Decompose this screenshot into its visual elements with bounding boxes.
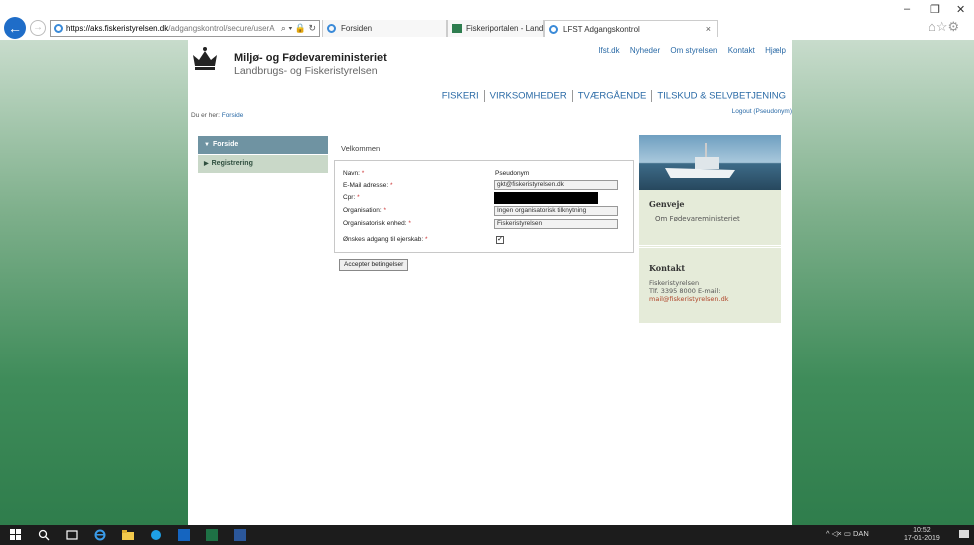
ie-page-icon	[54, 24, 63, 33]
maximize-button[interactable]: ❐	[930, 3, 940, 16]
contact-name: Fiskeristyrelsen	[649, 279, 700, 287]
notifications-icon[interactable]	[958, 529, 970, 541]
file-explorer-icon[interactable]	[122, 529, 134, 541]
unit-label: Organisatorisk enhed: *	[343, 220, 411, 227]
toplink-kontakt[interactable]: Kontakt	[728, 46, 755, 55]
tab-label: Fiskeriportalen - Landbrugs- o...	[466, 24, 544, 33]
sidebar: ▼ Forside ▶ Registrering	[198, 136, 328, 174]
ie-tab-icon	[327, 24, 336, 33]
organisation-label: Organisation: *	[343, 207, 387, 214]
sidebar-item-registrering[interactable]: ▶ Registrering	[198, 155, 328, 173]
word-icon[interactable]	[234, 529, 246, 541]
contact-info: Fiskeristyrelsen Tlf. 3395 8000 E-mail: …	[649, 279, 729, 303]
crown-logo-icon	[193, 47, 217, 70]
name-label: Navn: *	[343, 170, 365, 177]
contact-email-link[interactable]: mail@fiskeristyrelsen.dk	[649, 295, 729, 303]
welcome-heading: Velkommen	[341, 144, 381, 153]
breadcrumb-forside-link[interactable]: Forside	[222, 112, 244, 119]
ownership-checkbox[interactable]: ✓	[496, 236, 504, 244]
forward-button[interactable]: →	[30, 20, 46, 36]
tab-fiskeriportalen[interactable]: Fiskeriportalen - Landbrugs- o...	[447, 20, 544, 37]
contact-heading: Kontakt	[649, 263, 686, 273]
registration-form: Navn: * Pseudonym E-Mail adresse: * gkt@…	[334, 160, 634, 253]
clock-time: 10:52	[913, 527, 931, 534]
clock-date: 17-01-2019	[904, 535, 940, 542]
email-field[interactable]: gkt@fiskeristyrelsen.dk	[494, 180, 618, 190]
email-label: E-Mail adresse: *	[343, 182, 393, 189]
tab-forsiden[interactable]: Forsiden	[322, 20, 447, 37]
ministry-tab-icon	[452, 24, 462, 33]
top-links: lfst.dk Nyheder Om styrelsen Kontakt Hjæ…	[591, 46, 786, 55]
taskbar: ^ ◁× ▭ DAN 10:52 17-01-2019	[0, 525, 974, 545]
minimize-button[interactable]: –	[904, 3, 910, 15]
back-button[interactable]: ←	[4, 17, 26, 39]
ministry-title: Miljø- og Fødevareministeriet	[234, 52, 387, 64]
toplink-hjaelp[interactable]: Hjælp	[765, 46, 786, 55]
main-navigation: FISKERI VIRKSOMHEDER TVÆRGÅENDE TILSKUD & S…	[442, 90, 786, 102]
browser-chrome: ← → https://aks.fiskeristyrelsen.dk/adga…	[0, 0, 974, 40]
sidebar-item-forside[interactable]: ▼ Forside	[198, 136, 328, 154]
breadcrumb: Du er her: Forside	[191, 112, 243, 119]
unit-field[interactable]: Fiskeristyrelsen	[494, 219, 618, 229]
windows-start-icon[interactable]	[10, 529, 22, 541]
close-tab-icon[interactable]: ×	[706, 21, 711, 37]
agency-title: Landbrugs- og Fiskeristyrelsen	[234, 65, 378, 77]
tab-label: Forsiden	[341, 24, 373, 33]
caret-right-icon: ▶	[204, 161, 209, 167]
ship-photo	[639, 135, 781, 190]
shortcuts-heading: Genveje	[649, 199, 685, 209]
caret-down-icon: ▼	[204, 142, 210, 148]
nav-tilskud-selvbetjening[interactable]: TILSKUD & SELVBETJENING	[657, 91, 786, 102]
cpr-label: Cpr: *	[343, 194, 360, 201]
ie-tab-icon	[549, 25, 558, 34]
sidebar-item-label: Forside	[212, 141, 239, 148]
right-panel: Genveje Om Fødevareministeriet Kontakt F…	[639, 135, 781, 323]
contact-phone: Tlf. 3395 8000 E-mail:	[649, 287, 721, 295]
search-icon[interactable]	[38, 529, 50, 541]
address-tools-icon[interactable]: ⌕ ▾ 🔒 ↻	[281, 21, 316, 36]
address-site: https://aks.fiskeristyrelsen.dk	[66, 24, 169, 33]
task-view-icon[interactable]	[66, 529, 78, 541]
address-bar[interactable]: https://aks.fiskeristyrelsen.dk/adgangsk…	[50, 20, 320, 37]
home-favorites-settings-icons[interactable]: ⌂☆⚙	[928, 19, 959, 35]
clock[interactable]: 10:52 17-01-2019	[904, 527, 940, 543]
outlook-icon[interactable]	[178, 529, 190, 541]
tab-label: LFST Adgangskontrol	[563, 25, 640, 34]
excel-icon[interactable]	[206, 529, 218, 541]
close-window-button[interactable]: ✕	[956, 3, 965, 16]
toplink-om-styrelsen[interactable]: Om styrelsen	[670, 46, 717, 55]
ownership-label: Ønskes adgang til ejerskab: *	[343, 236, 428, 243]
page-content: Miljø- og Fødevareministeriet Landbrugs-…	[188, 40, 792, 525]
internet-explorer-icon[interactable]	[94, 529, 106, 541]
cpr-field-redacted[interactable]	[494, 192, 598, 204]
organisation-field[interactable]: Ingen organisatorisk tilknytning	[494, 206, 618, 216]
accept-terms-button[interactable]: Accepter betingelser	[339, 259, 409, 271]
shortcut-om-foedevareministeriet[interactable]: Om Fødevareministeriet	[655, 215, 740, 223]
page-background: Miljø- og Fødevareministeriet Landbrugs-…	[0, 40, 974, 525]
system-tray[interactable]: ^ ◁× ▭ DAN	[826, 529, 869, 538]
tab-lfst-adgangskontrol[interactable]: LFST Adgangskontrol ×	[544, 20, 718, 37]
logout-link[interactable]: Logout (Pseudonym)	[732, 108, 792, 115]
nav-tvaergaaende[interactable]: TVÆRGÅENDE	[578, 91, 647, 102]
nav-virksomheder[interactable]: VIRKSOMHEDER	[490, 91, 567, 102]
toplink-nyheder[interactable]: Nyheder	[630, 46, 660, 55]
breadcrumb-prefix: Du er her:	[191, 112, 220, 119]
nav-fiskeri[interactable]: FISKERI	[442, 91, 479, 102]
toplink-lfst[interactable]: lfst.dk	[599, 46, 620, 55]
address-path: /adgangskontrol/secure/userA	[168, 24, 275, 33]
sidebar-item-label: Registrering	[211, 160, 253, 167]
name-value: Pseudonym	[495, 170, 530, 177]
skype-icon[interactable]	[150, 529, 162, 541]
